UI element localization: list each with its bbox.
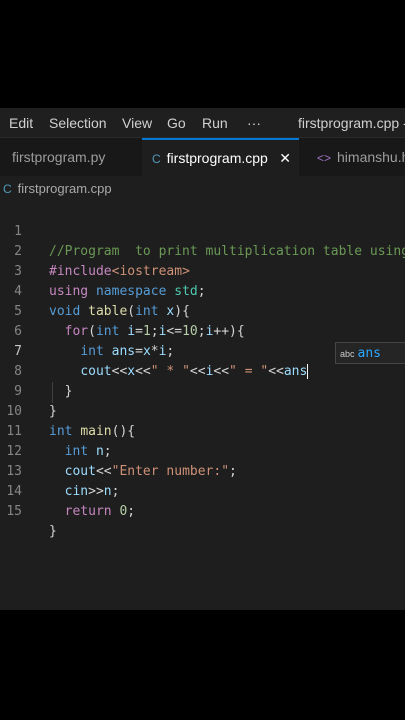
- cpp-file-icon: C: [152, 152, 161, 166]
- suggestion-label: ans: [357, 346, 381, 361]
- code-line: 10 int main(){: [0, 382, 405, 439]
- menu-selection[interactable]: Selection: [49, 108, 107, 138]
- breadcrumb-file[interactable]: firstprogram.cpp: [18, 181, 112, 196]
- line-number: 15: [6, 504, 22, 519]
- tab-label: himanshu.h: [337, 149, 405, 165]
- tab-himanshu-h[interactable]: <> himanshu.h: [300, 138, 405, 176]
- code-text: return 0;: [64, 504, 136, 519]
- code-line: 11 int n;: [0, 402, 405, 459]
- code-editor[interactable]: 1 //Program to print multiplication tabl…: [0, 202, 405, 610]
- code-line: 12 cout<<"Enter number:";: [0, 422, 405, 479]
- code-line: 3 using namespace std;: [0, 242, 405, 299]
- autocomplete-suggestion[interactable]: abc ans: [335, 342, 405, 364]
- tab-firstprogram-py[interactable]: firstprogram.py: [0, 138, 138, 176]
- code-text: }: [49, 524, 57, 539]
- code-line: 9 }: [0, 362, 405, 419]
- menu-edit[interactable]: Edit: [9, 108, 33, 138]
- code-line: 5 for(int i=1;i<=10;i++){: [0, 282, 405, 339]
- code-line: 15 }: [0, 482, 405, 539]
- menu-view[interactable]: View: [122, 108, 152, 138]
- code-line: 2 #include<iostream>: [0, 222, 405, 279]
- tab-bar: firstprogram.py Cfirstprogram.cpp ✕ <> hi…: [0, 138, 405, 176]
- code-line-active: 7 cout<<x<<" * "<<i<<" = "<<ans: [0, 322, 405, 379]
- cpp-file-icon: C: [3, 182, 12, 196]
- tab-label: firstprogram.cpp: [166, 150, 268, 166]
- menu-go[interactable]: Go: [167, 108, 186, 138]
- menu-more[interactable]: ···: [247, 108, 261, 138]
- code-line: 4 void table(int x){: [0, 262, 405, 319]
- menu-bar: Edit Selection View Go Run ··· firstprog…: [0, 108, 405, 138]
- code-line: 14 return 0;: [0, 462, 405, 519]
- code-line: 1 //Program to print multiplication tabl…: [0, 202, 405, 259]
- text-kind-icon: abc: [340, 349, 355, 359]
- code-file-icon: <>: [317, 151, 332, 165]
- menu-run[interactable]: Run: [202, 108, 228, 138]
- code-line: 13 cin>>n;: [0, 442, 405, 499]
- code-line: 6 int ans=x*i;: [0, 302, 405, 359]
- window-title: firstprogram.cpp - .: [298, 115, 405, 131]
- tab-label: firstprogram.py: [12, 149, 106, 165]
- close-icon[interactable]: ✕: [279, 140, 291, 176]
- breadcrumb: Cfirstprogram.cpp: [0, 176, 405, 202]
- tab-firstprogram-cpp[interactable]: Cfirstprogram.cpp ✕: [142, 138, 299, 176]
